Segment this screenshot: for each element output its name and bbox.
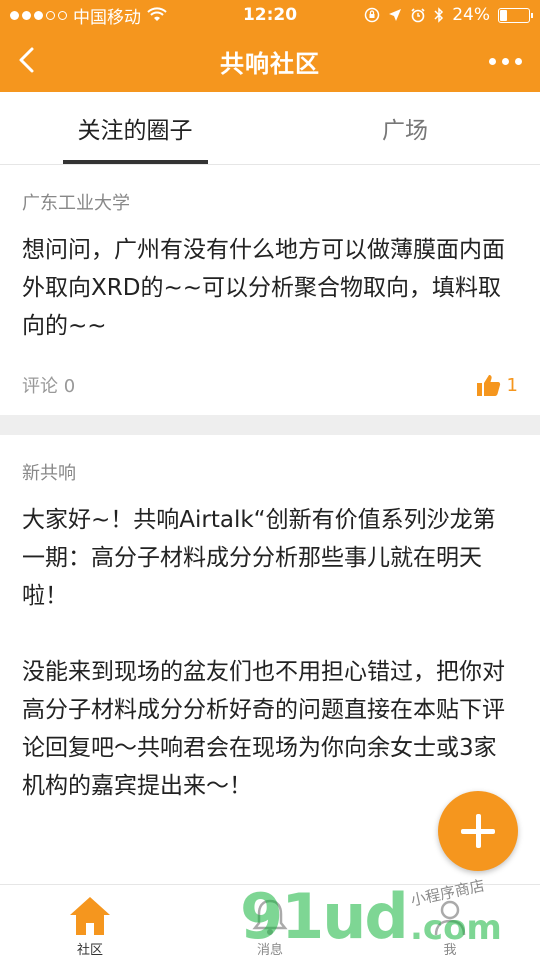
signal-icon bbox=[10, 10, 67, 20]
status-bar: 中国移动 12:20 24% bbox=[0, 0, 540, 30]
comment-count[interactable]: 评论 0 bbox=[22, 372, 75, 398]
new-post-button[interactable] bbox=[438, 791, 518, 871]
more-icon[interactable] bbox=[489, 58, 522, 65]
bottom-nav-messages[interactable]: 消息 bbox=[180, 885, 360, 961]
post-paragraph: 没能来到现场的盆友们也不用担心错过，把你对高分子材料成分分析好奇的问题直接在本贴… bbox=[22, 659, 505, 799]
post-separator bbox=[0, 415, 540, 435]
post-body: 大家好~！共响Airtalk“创新有价值系列沙龙第一期：高分子材料成分分析那些事… bbox=[22, 501, 518, 805]
carrier-label: 中国移动 bbox=[73, 7, 141, 28]
location-icon bbox=[389, 9, 402, 21]
bell-icon bbox=[252, 899, 288, 935]
bottom-nav-label: 社区 bbox=[76, 943, 103, 958]
person-icon bbox=[434, 900, 466, 936]
like-count: 1 bbox=[506, 374, 518, 396]
wifi-icon bbox=[147, 7, 167, 21]
home-icon bbox=[70, 897, 110, 935]
nav-bar: 共响社区 bbox=[0, 30, 540, 92]
battery-icon bbox=[498, 7, 533, 23]
like-button[interactable]: 1 bbox=[476, 374, 518, 396]
alarm-icon bbox=[411, 8, 425, 23]
thumbs-up-icon bbox=[476, 375, 500, 396]
post-group-name[interactable]: 广东工业大学 bbox=[22, 165, 518, 217]
bottom-nav-label: 我 bbox=[443, 943, 457, 958]
bottom-nav: 社区 消息 我 bbox=[0, 884, 540, 961]
page-title: 共响社区 bbox=[220, 49, 320, 78]
post-card[interactable]: 广东工业大学 想问问，广州有没有什么地方可以做薄膜面内面外取向XRD的~~可以分… bbox=[0, 165, 540, 415]
status-time: 12:20 bbox=[242, 5, 298, 25]
bottom-nav-me[interactable]: 我 bbox=[360, 885, 540, 961]
tab-bar: 关注的圈子 广场 bbox=[0, 92, 540, 165]
back-icon[interactable] bbox=[14, 46, 42, 74]
post-paragraph: 大家好~！共响Airtalk“创新有价值系列沙龙第一期：高分子材料成分分析那些事… bbox=[22, 507, 496, 609]
top-bar: 中国移动 12:20 24% 共响社区 bbox=[0, 0, 540, 92]
tab-plaza[interactable]: 广场 bbox=[270, 92, 540, 164]
post-group-name[interactable]: 新共响 bbox=[22, 435, 518, 487]
bottom-nav-label: 消息 bbox=[256, 943, 283, 958]
post-card[interactable]: 新共响 大家好~！共响Airtalk“创新有价值系列沙龙第一期：高分子材料成分分… bbox=[0, 435, 540, 805]
post-body: 想问问，广州有没有什么地方可以做薄膜面内面外取向XRD的~~可以分析聚合物取向，… bbox=[22, 231, 518, 345]
tab-following-circles[interactable]: 关注的圈子 bbox=[0, 92, 270, 164]
bottom-nav-community[interactable]: 社区 bbox=[0, 885, 180, 961]
post-meta: 评论 0 1 bbox=[22, 355, 518, 415]
post-paragraph: 想问问，广州有没有什么地方可以做薄膜面内面外取向XRD的~~可以分析聚合物取向，… bbox=[22, 237, 505, 339]
battery-percent: 24% bbox=[452, 5, 490, 25]
bluetooth-icon bbox=[434, 7, 444, 23]
orientation-lock-icon bbox=[364, 7, 380, 23]
